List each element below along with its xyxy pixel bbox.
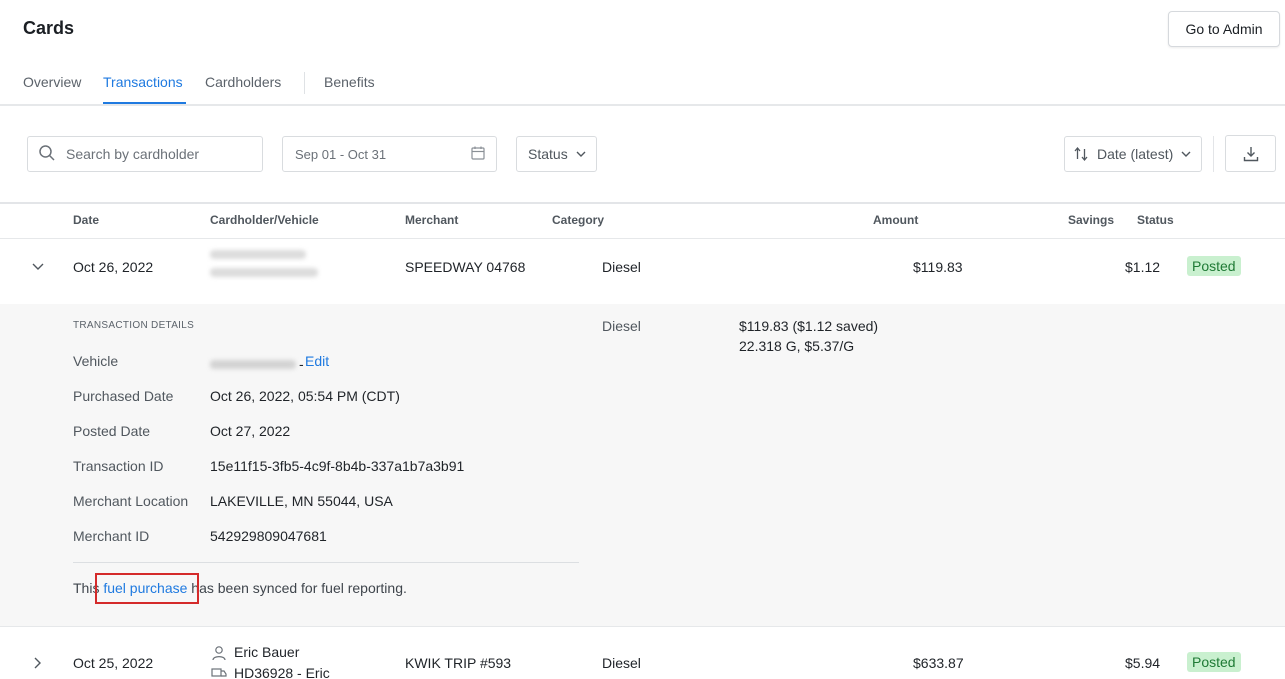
search-icon xyxy=(38,144,56,165)
merchant-id-value: 542929809047681 xyxy=(210,528,327,544)
chevron-down-icon xyxy=(575,148,587,160)
tab-divider xyxy=(304,72,305,94)
page-title: Cards xyxy=(23,18,75,38)
row-vehicle: HD36928 - Eric xyxy=(234,665,330,679)
search-input[interactable]: Search by cardholder xyxy=(27,136,263,172)
row-date: Oct 26, 2022 xyxy=(73,259,154,275)
column-header-date[interactable]: Date xyxy=(73,213,99,227)
merchant-location-label: Merchant Location xyxy=(73,493,189,509)
row-category: Diesel xyxy=(602,655,641,671)
redacted-vehicle xyxy=(210,359,296,369)
chevron-down-icon xyxy=(1180,148,1192,160)
row-amount: $633.87 xyxy=(913,655,964,671)
posted-date-label: Posted Date xyxy=(73,423,151,439)
merchant-location-value: LAKEVILLE, MN 55044, USA xyxy=(210,493,393,509)
merchant-id-label: Merchant ID xyxy=(73,528,150,544)
row-merchant: SPEEDWAY 04768 xyxy=(405,259,526,275)
status-filter-dropdown[interactable]: Status xyxy=(516,136,597,172)
purchased-date-value: Oct 26, 2022, 05:54 PM (CDT) xyxy=(210,388,400,404)
table-top-divider xyxy=(0,202,1285,204)
row-savings: $1.12 xyxy=(1125,259,1161,275)
toolbar-divider xyxy=(1213,136,1214,172)
chevron-right-icon xyxy=(30,656,44,670)
column-header-category[interactable]: Category xyxy=(552,213,604,227)
vehicle-label: Vehicle xyxy=(73,353,119,369)
transaction-id-value: 15e11f15-3fb5-4c9f-8b4b-337a1b7a3b91 xyxy=(210,458,465,474)
highlight-box xyxy=(95,573,199,604)
person-icon xyxy=(211,645,227,661)
chevron-down-icon xyxy=(31,259,45,273)
detail-fuel-summary: 22.318 G, $5.37/G xyxy=(739,338,855,354)
table-header-divider xyxy=(0,238,1285,239)
status-filter-label: Status xyxy=(528,146,568,162)
column-header-cardholder-vehicle[interactable]: Cardholder/Vehicle xyxy=(210,213,319,227)
column-header-amount[interactable]: Amount xyxy=(873,213,918,227)
download-button[interactable] xyxy=(1225,135,1276,172)
column-header-merchant[interactable]: Merchant xyxy=(405,213,458,227)
date-range-value: Sep 01 - Oct 31 xyxy=(295,146,387,162)
tab-transactions[interactable]: Transactions xyxy=(103,74,183,90)
search-placeholder: Search by cardholder xyxy=(66,146,200,162)
sort-label: Date (latest) xyxy=(1097,146,1174,162)
vehicle-icon xyxy=(211,667,227,679)
row-amount: $119.83 xyxy=(913,259,963,275)
transaction-id-label: Transaction ID xyxy=(73,458,164,474)
expand-row-toggle[interactable] xyxy=(30,656,44,670)
edit-vehicle-link[interactable]: Edit xyxy=(305,353,329,369)
row-merchant: KWIK TRIP #593 xyxy=(405,655,512,671)
calendar-icon xyxy=(470,145,486,164)
redacted-cardholder xyxy=(210,250,320,277)
collapse-row-toggle[interactable] xyxy=(31,259,45,273)
header-divider xyxy=(0,104,1285,106)
tab-benefits[interactable]: Benefits xyxy=(324,74,375,90)
row-divider xyxy=(0,626,1285,627)
row-category: Diesel xyxy=(602,259,641,275)
row-date: Oct 25, 2022 xyxy=(73,655,154,671)
vehicle-value: - xyxy=(210,356,307,372)
sort-dropdown[interactable]: Date (latest) xyxy=(1064,136,1202,172)
detail-amount-summary: $119.83 ($1.12 saved) xyxy=(739,318,879,334)
tab-cardholders[interactable]: Cardholders xyxy=(205,74,281,90)
date-range-picker[interactable]: Sep 01 - Oct 31 xyxy=(282,136,497,172)
go-to-admin-button[interactable]: Go to Admin xyxy=(1168,11,1280,47)
details-divider xyxy=(73,562,579,563)
purchased-date-label: Purchased Date xyxy=(73,388,174,404)
fuel-sync-suffix: has been synced for fuel reporting. xyxy=(191,580,407,596)
status-badge: Posted xyxy=(1187,652,1241,672)
status-badge: Posted xyxy=(1187,256,1241,276)
column-header-savings[interactable]: Savings xyxy=(1068,213,1114,227)
detail-category: Diesel xyxy=(602,318,641,334)
sort-icon xyxy=(1073,146,1089,162)
tab-overview[interactable]: Overview xyxy=(23,74,81,90)
transaction-details-title: TRANSACTION DETAILS xyxy=(73,320,195,331)
download-icon xyxy=(1242,145,1260,163)
row-cardholder: Eric Bauer xyxy=(234,644,300,660)
column-header-status[interactable]: Status xyxy=(1137,213,1174,227)
posted-date-value: Oct 27, 2022 xyxy=(210,423,291,439)
row-savings: $5.94 xyxy=(1125,655,1161,671)
